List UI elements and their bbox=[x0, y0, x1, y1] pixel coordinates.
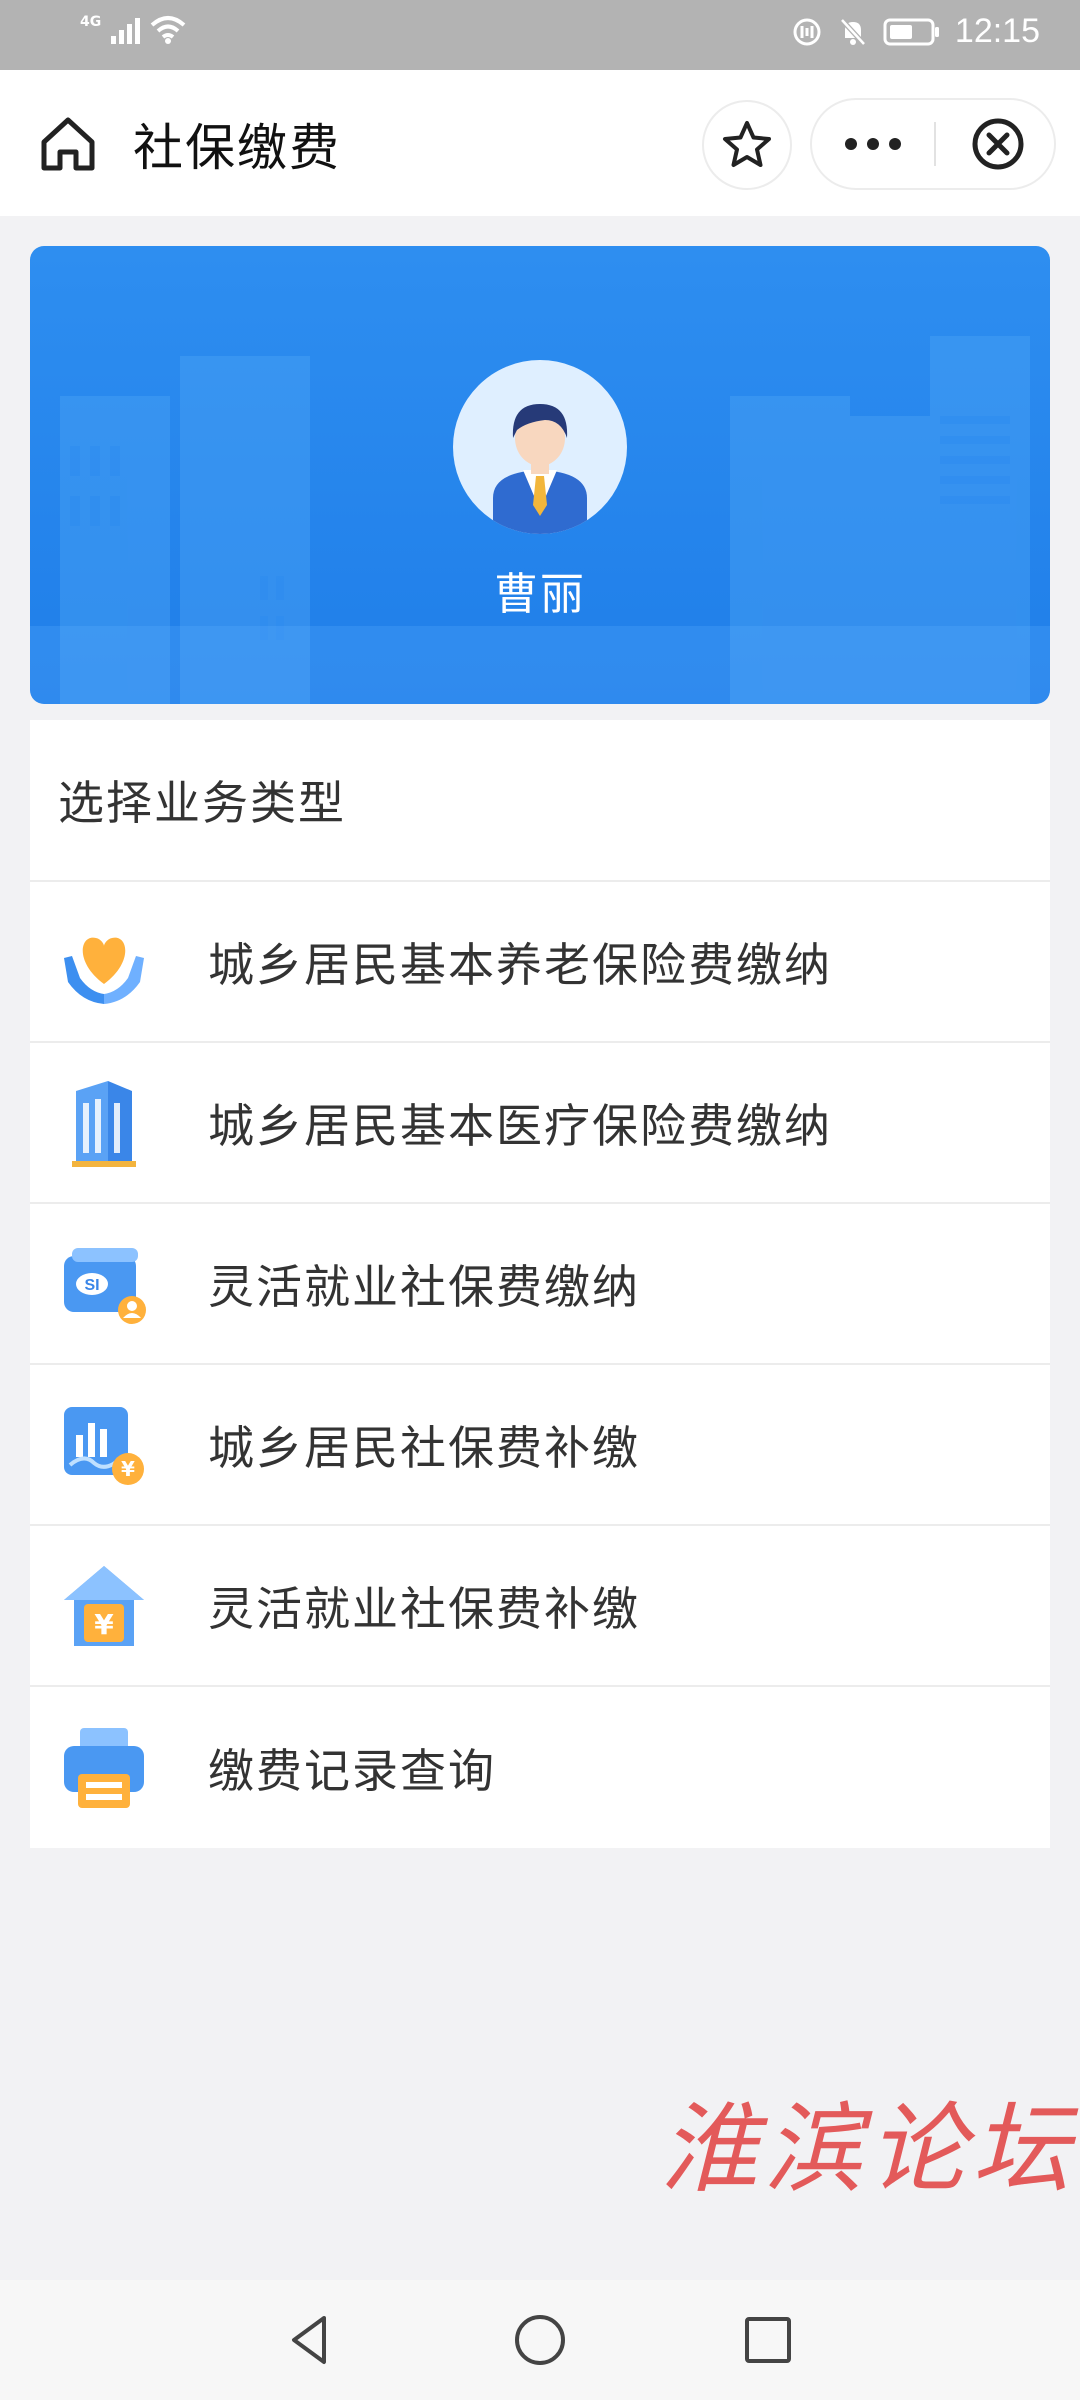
status-bar: 4G 12:15 bbox=[0, 0, 1080, 70]
status-left: 4G bbox=[80, 14, 186, 44]
avatar bbox=[453, 360, 627, 534]
clock: 12:15 bbox=[954, 12, 1040, 50]
favorite-button[interactable] bbox=[702, 100, 792, 190]
app-header: 社保缴费 bbox=[0, 70, 1080, 216]
section-title: 选择业务类型 bbox=[30, 720, 1050, 882]
list-item-label: 城乡居民基本医疗保险费缴纳 bbox=[208, 1098, 832, 1153]
nav-home-button[interactable] bbox=[508, 2308, 572, 2372]
signal-icon bbox=[111, 14, 141, 44]
hospital-building-icon bbox=[72, 1080, 136, 1167]
list-item-flexible-makeup-payment[interactable]: ¥ 灵活就业社保费补缴 bbox=[30, 1526, 1050, 1687]
list-item-medical-payment[interactable]: 城乡居民基本医疗保险费缴纳 bbox=[30, 1043, 1050, 1204]
house-yuan-icon: ¥ bbox=[64, 1565, 144, 1646]
nav-back-button[interactable] bbox=[278, 2308, 342, 2372]
list-item-pension-payment[interactable]: 城乡居民基本养老保险费缴纳 bbox=[30, 882, 1050, 1043]
svg-text:SI: SI bbox=[84, 1277, 99, 1294]
home-circle-icon bbox=[515, 2315, 565, 2365]
list-item-label: 城乡居民社保费补缴 bbox=[208, 1420, 640, 1475]
svg-text:¥: ¥ bbox=[94, 1608, 114, 1641]
user-name: 曹丽 bbox=[494, 569, 586, 620]
page-title: 社保缴费 bbox=[133, 119, 341, 177]
profile-banner: 曹丽 bbox=[30, 246, 1050, 704]
home-icon bbox=[41, 117, 95, 171]
list-item-label: 城乡居民基本养老保险费缴纳 bbox=[208, 937, 832, 992]
data-saver-icon bbox=[793, 18, 821, 45]
nav-recents-button[interactable] bbox=[736, 2308, 800, 2372]
wifi-icon bbox=[150, 16, 186, 44]
person-avatar-icon bbox=[493, 404, 587, 534]
list-item-payment-records[interactable]: 缴费记录查询 bbox=[30, 1687, 1050, 1848]
star-icon bbox=[723, 121, 771, 167]
close-icon bbox=[972, 118, 1024, 170]
battery-icon bbox=[883, 18, 939, 45]
mute-icon bbox=[840, 17, 866, 46]
status-right: 12:15 bbox=[791, 12, 1040, 51]
forum-watermark: 淮滨论坛 bbox=[660, 2093, 1077, 2207]
mini-program-capsule bbox=[810, 98, 1056, 190]
service-list: 选择业务类型 城乡居民基本养老保险费缴纳 城乡居民基本医疗保险费缴纳 SI 灵活… bbox=[30, 720, 1050, 1848]
svg-text:¥: ¥ bbox=[121, 1457, 135, 1481]
care-hands-heart-icon bbox=[64, 937, 144, 1004]
list-item-label: 灵活就业社保费补缴 bbox=[208, 1581, 640, 1636]
back-icon bbox=[292, 2316, 326, 2364]
social-security-card-icon: SI bbox=[64, 1247, 146, 1324]
network-type: 4G bbox=[80, 14, 102, 30]
more-button[interactable] bbox=[812, 100, 934, 188]
more-icon bbox=[845, 138, 901, 150]
list-item-label: 缴费记录查询 bbox=[208, 1743, 496, 1798]
printer-record-icon bbox=[64, 1727, 144, 1808]
system-nav-bar bbox=[0, 2280, 1080, 2400]
list-item-flexible-employment-payment[interactable]: SI 灵活就业社保费缴纳 bbox=[30, 1204, 1050, 1365]
list-item-label: 灵活就业社保费缴纳 bbox=[208, 1259, 640, 1314]
list-item-resident-makeup-payment[interactable]: ¥ 城乡居民社保费补缴 bbox=[30, 1365, 1050, 1526]
recents-icon bbox=[745, 2317, 791, 2363]
close-button[interactable] bbox=[948, 100, 1048, 188]
capsule-divider bbox=[934, 122, 936, 166]
chart-yuan-icon: ¥ bbox=[64, 1406, 144, 1485]
home-button[interactable] bbox=[36, 114, 100, 174]
